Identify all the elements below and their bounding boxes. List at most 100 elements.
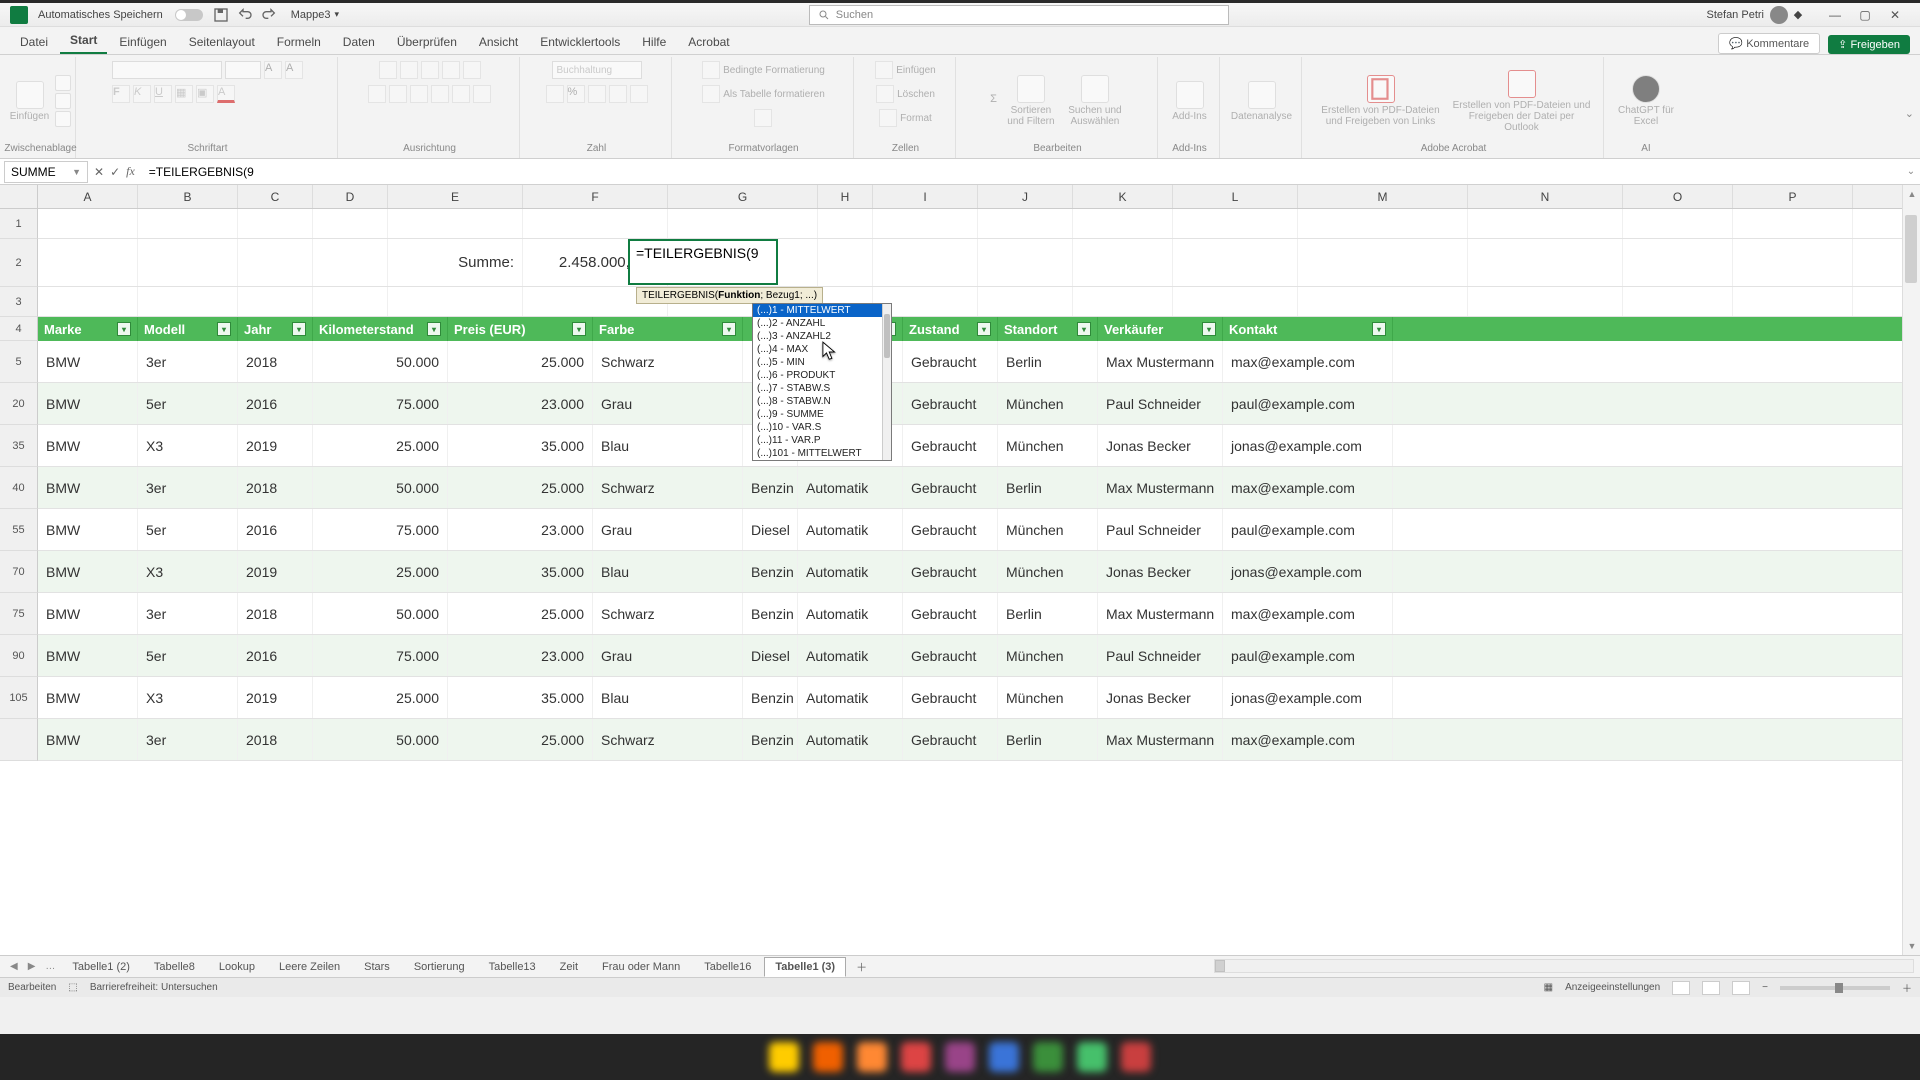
cell[interactable]: X3 [138,425,238,466]
cell[interactable] [1468,209,1623,238]
filter-button[interactable]: ▾ [572,322,586,336]
filter-button[interactable]: ▾ [427,322,441,336]
align-top-icon[interactable] [379,61,397,79]
cell[interactable] [873,209,978,238]
table-header-jahr[interactable]: Jahr▾ [238,317,313,341]
taskbar-app[interactable] [1033,1042,1063,1072]
cell[interactable]: 25.000 [313,425,448,466]
row-header[interactable]: 40 [0,467,38,509]
cell[interactable]: Schwarz [593,719,743,760]
cell[interactable]: 2018 [238,341,313,382]
row-header[interactable]: 5 [0,341,38,383]
function-list-item[interactable]: (...)5 - MIN [753,356,891,369]
cell[interactable]: paul@example.com [1223,635,1393,676]
function-list[interactable]: (...)1 - MITTELWERT(...)2 - ANZAHL(...)3… [752,303,892,461]
cell[interactable]: BMW [38,341,138,382]
find-select-button[interactable]: Suchen und Auswählen [1065,75,1125,127]
sheet-tab[interactable]: Tabelle13 [478,957,547,977]
cell[interactable]: Schwarz [593,593,743,634]
cell[interactable] [1173,287,1298,316]
fill-color-button[interactable]: ▣ [196,85,214,103]
cell[interactable] [1623,239,1733,286]
cell[interactable]: Benzin [743,677,798,718]
cell[interactable]: X3 [138,551,238,592]
tab-datei[interactable]: Datei [10,30,58,54]
increase-decimal-icon[interactable] [609,85,627,103]
cell[interactable]: 2018 [238,467,313,508]
cell[interactable]: 35.000 [448,677,593,718]
cell[interactable]: München [998,677,1098,718]
cell[interactable]: max@example.com [1223,467,1393,508]
cell[interactable]: Max Mustermann [1098,719,1223,760]
taskbar-app[interactable] [945,1042,975,1072]
sheet-nav-next[interactable]: ▶ [24,961,40,972]
cell[interactable]: Grau [593,509,743,550]
cell[interactable] [523,209,668,238]
cell[interactable]: Benzin [743,467,798,508]
cell[interactable]: BMW [38,635,138,676]
font-color-button[interactable]: A [217,85,235,103]
filter-button[interactable]: ▾ [977,322,991,336]
cell[interactable]: 2019 [238,677,313,718]
table-header-kilometerstand[interactable]: Kilometerstand▾ [313,317,448,341]
user-account[interactable]: Stefan Petri [1707,6,1788,24]
cell[interactable]: Max Mustermann [1098,341,1223,382]
table-header-preis[interactable]: Preis (EUR)▾ [448,317,593,341]
cell[interactable]: 35.000 [448,425,593,466]
cell[interactable]: 75.000 [313,509,448,550]
cell[interactable]: Diesel [743,635,798,676]
cell[interactable]: 2018 [238,593,313,634]
cell[interactable]: München [998,509,1098,550]
sheet-nav-prev[interactable]: ◀ [6,961,22,972]
cell[interactable]: 2018 [238,719,313,760]
cell[interactable]: 2019 [238,551,313,592]
fx-icon[interactable]: fx [126,164,135,179]
column-header-M[interactable]: M [1298,185,1468,208]
tab-ueberpruefen[interactable]: Überprüfen [387,30,467,54]
cell[interactable]: Automatik [798,551,903,592]
taskbar-app[interactable] [1077,1042,1107,1072]
filter-button[interactable]: ▾ [1372,322,1386,336]
vertical-scrollbar[interactable]: ▲ ▼ [1902,185,1920,955]
comments-button[interactable]: 💬 Kommentare [1718,33,1820,54]
cell[interactable]: 3er [138,719,238,760]
function-list-item[interactable]: (...)3 - ANZAHL2 [753,330,891,343]
undo-icon[interactable] [237,7,253,23]
cell[interactable]: Gebraucht [903,383,998,424]
currency-icon[interactable] [546,85,564,103]
cell[interactable]: 25.000 [448,593,593,634]
cell[interactable]: Automatik [798,677,903,718]
taskbar-app[interactable] [857,1042,887,1072]
cell[interactable]: 75.000 [313,383,448,424]
cell[interactable] [313,209,388,238]
cell[interactable]: Max Mustermann [1098,593,1223,634]
cell[interactable]: 23.000 [448,383,593,424]
redo-icon[interactable] [261,7,277,23]
column-header-I[interactable]: I [873,185,978,208]
column-header-O[interactable]: O [1623,185,1733,208]
sheet-tab[interactable]: Stars [353,957,401,977]
cell[interactable]: max@example.com [1223,341,1393,382]
cell[interactable]: 25.000 [448,341,593,382]
cell[interactable]: Berlin [998,341,1098,382]
scroll-thumb[interactable] [1905,215,1917,283]
active-cell[interactable]: =TEILERGEBNIS(9 [628,239,778,285]
cell[interactable] [138,209,238,238]
number-format-picker[interactable]: Buchhaltung [552,61,642,79]
cell[interactable] [1073,209,1173,238]
cell[interactable] [38,287,138,316]
column-header-E[interactable]: E [388,185,523,208]
cell[interactable] [1733,239,1853,286]
cell[interactable] [1468,239,1623,286]
align-center-icon[interactable] [389,85,407,103]
column-header-B[interactable]: B [138,185,238,208]
row-header[interactable]: 70 [0,551,38,593]
cell[interactable]: 2016 [238,383,313,424]
cell[interactable]: BMW [38,425,138,466]
tab-hilfe[interactable]: Hilfe [632,30,676,54]
cancel-formula-icon[interactable]: ✕ [94,165,104,179]
cell[interactable]: Automatik [798,509,903,550]
cell[interactable]: Paul Schneider [1098,509,1223,550]
cell[interactable]: Paul Schneider [1098,383,1223,424]
taskbar-app[interactable] [813,1042,843,1072]
